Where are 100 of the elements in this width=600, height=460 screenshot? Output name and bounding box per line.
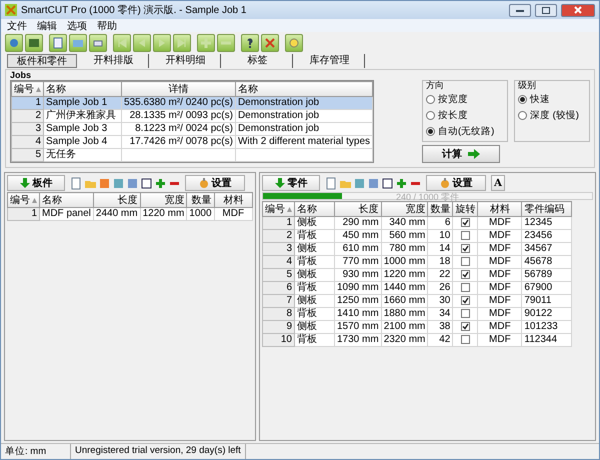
minimize-button[interactable] (509, 4, 531, 16)
checkbox[interactable] (460, 270, 470, 279)
toolbar-button[interactable] (5, 34, 23, 52)
checkbox[interactable] (460, 218, 470, 227)
tab[interactable]: 标签 (223, 54, 293, 68)
settings-button[interactable]: 设置 (426, 175, 486, 191)
toolbar-button[interactable] (261, 34, 279, 52)
job-row[interactable]: 2 广州伊来雅家具 28.1335 m²/ 0093 pc(s) Demonstration job (12, 110, 373, 122)
menu-item[interactable]: 编辑 (37, 18, 57, 32)
column-header[interactable]: 材料 (214, 192, 252, 208)
table-cell: 4 (262, 256, 294, 268)
table-cell: 290 mm (334, 216, 382, 230)
radio-button[interactable] (426, 95, 435, 104)
new-file-icon[interactable] (325, 176, 338, 190)
column-header[interactable]: 数量 (428, 202, 453, 216)
radio-option[interactable]: 按宽度 (426, 93, 504, 106)
close-button[interactable] (561, 4, 595, 16)
table-cell: 侧板 (294, 294, 334, 308)
table-cell: 8 (262, 308, 294, 320)
toolbar-button[interactable] (49, 34, 67, 52)
toolbar-button[interactable] (89, 34, 107, 52)
table-cell: MDF (478, 268, 522, 282)
radio-button[interactable] (518, 111, 527, 120)
checkbox[interactable] (460, 308, 470, 318)
table-cell: Demonstration job (235, 122, 373, 136)
radio-option[interactable]: 自动(无纹路) (426, 125, 504, 138)
table-cell: 侧板 (294, 242, 334, 256)
radio-option[interactable]: 快速 (518, 93, 586, 106)
column-header[interactable]: 数量 (186, 192, 214, 208)
checkbox[interactable] (460, 230, 470, 240)
table-cell: Sample Job 1 (44, 96, 122, 110)
table-cell: 2 (12, 110, 44, 122)
table-cell: 450 mm (334, 230, 382, 242)
calculate-button[interactable]: 计算 (422, 145, 500, 163)
table-cell: Demonstration job (235, 110, 373, 122)
column-header[interactable]: 名称 (294, 202, 334, 216)
right-arrow-icon (468, 149, 480, 159)
table-cell: 90122 (522, 308, 572, 320)
table-cell: 1410 mm (334, 308, 382, 320)
table-cell: 101233 (522, 320, 572, 334)
new-file-icon[interactable] (70, 176, 83, 190)
menu-item[interactable]: 帮助 (97, 18, 117, 32)
tab[interactable]: 开料排版 (79, 54, 149, 68)
table-cell: 1 (8, 208, 40, 220)
table-cell: 12345 (522, 216, 572, 230)
toolbar-button[interactable] (241, 34, 259, 52)
job-row[interactable]: 3 Sample Job 3 8.1223 m²/ 0024 pc(s) Demonstration job (12, 122, 373, 136)
table-cell: 1000 mm (381, 256, 428, 268)
checkbox[interactable] (460, 256, 470, 266)
table-cell: 1250 mm (334, 294, 382, 308)
tab[interactable]: 库存管理 (295, 54, 365, 68)
column-header[interactable]: 宽度 (381, 202, 428, 216)
column-header[interactable]: 名称 (44, 82, 122, 96)
boards-button[interactable]: 板件 (7, 175, 65, 191)
column-header[interactable]: 长度 (334, 202, 382, 216)
radio-option[interactable]: 按长度 (426, 109, 504, 122)
settings-button[interactable]: 设置 (185, 175, 245, 191)
table-cell: 无任务 (44, 148, 122, 162)
column-header[interactable]: 详情 (122, 82, 236, 96)
menu-item[interactable]: 文件 (7, 18, 27, 32)
table-cell: 1730 mm (334, 334, 382, 346)
menu-item[interactable]: 选项 (67, 18, 87, 32)
parts-button[interactable]: 零件 (262, 175, 320, 191)
toolbar-button[interactable] (25, 34, 43, 52)
column-header[interactable]: 名称 (40, 192, 94, 208)
checkbox[interactable] (460, 282, 470, 292)
radio-button[interactable] (426, 111, 435, 120)
job-row[interactable]: 5 无任务 (12, 148, 373, 162)
column-header[interactable]: 编号 (8, 192, 40, 208)
column-header[interactable]: 宽度 (140, 192, 187, 208)
maximize-button[interactable] (535, 4, 557, 16)
column-header[interactable]: 长度 (93, 192, 140, 208)
column-header[interactable]: 名称 (235, 82, 373, 96)
tab[interactable]: 板件和零件 (7, 54, 77, 68)
column-header[interactable]: 零件编码 (522, 202, 572, 216)
job-row[interactable]: 4 Sample Job 4 17.7426 m²/ 0078 pc(s) With 2 different material types (12, 136, 373, 148)
column-header[interactable]: 编号 (12, 82, 44, 96)
tab[interactable]: 开料明细 (151, 54, 221, 68)
column-header[interactable]: 材料 (478, 202, 522, 216)
radio-button[interactable] (426, 127, 435, 136)
checkbox[interactable] (460, 334, 470, 344)
table-cell: 2320 mm (381, 334, 428, 346)
table-cell: 610 mm (334, 242, 382, 256)
checkbox[interactable] (460, 322, 470, 331)
table-cell: 1090 mm (334, 282, 382, 294)
column-header[interactable]: 旋转 (452, 202, 478, 216)
checkbox[interactable] (460, 296, 470, 305)
font-button[interactable]: A (491, 175, 505, 191)
job-row[interactable]: 1 Sample Job 1 535.6380 m²/ 0240 pc(s) Demonstration job (12, 96, 373, 110)
table-cell: 4 (12, 136, 44, 148)
table-cell: 340 mm (381, 216, 428, 230)
table-cell: MDF (478, 242, 522, 256)
checkbox[interactable] (460, 244, 470, 253)
group-title: 方向 (426, 81, 445, 90)
table-cell: MDF (478, 230, 522, 242)
column-header[interactable]: 编号 (262, 202, 294, 216)
radio-button[interactable] (518, 95, 527, 104)
table-cell: MDF (214, 208, 252, 220)
table-cell: 112344 (522, 334, 572, 346)
radio-option[interactable]: 深度 (较慢) (518, 109, 586, 122)
